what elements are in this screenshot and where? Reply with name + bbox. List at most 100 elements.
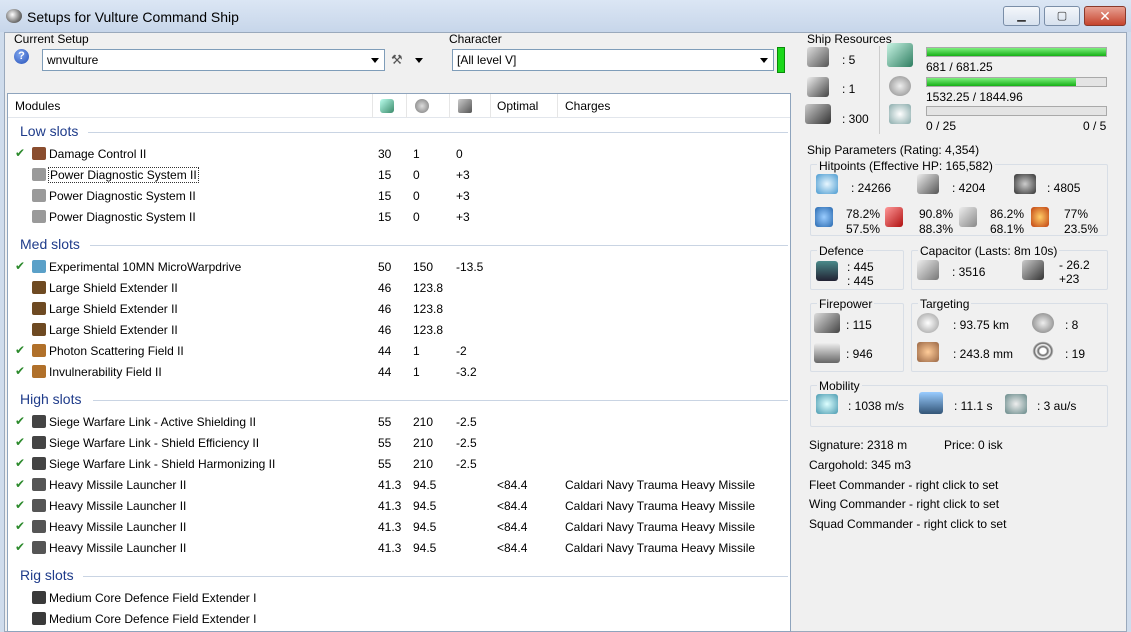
- module-cpu: 41.3: [378, 520, 402, 534]
- module-active-check-icon: ✔: [15, 435, 26, 449]
- title-bar: Setups for Vulture Command Ship ▁ ▢ ✕: [0, 0, 1131, 32]
- warp-speed: : 3 au/s: [1037, 399, 1077, 413]
- minimize-button[interactable]: ▁: [1003, 6, 1040, 26]
- module-optimal: <84.4: [497, 520, 528, 534]
- module-row[interactable]: Power Diagnostic System II 15 0 +3: [8, 207, 790, 228]
- scan-resolution-icon: [917, 342, 939, 362]
- module-row[interactable]: Power Diagnostic System II 15 0 +3: [8, 165, 790, 186]
- module-powergrid: 123.8: [413, 281, 444, 295]
- calibration-icon: [805, 104, 831, 124]
- section-med-slots: Med slots: [20, 236, 80, 252]
- module-row[interactable]: ✔ Siege Warfare Link - Shield Efficiency …: [8, 433, 790, 454]
- module-powergrid: 210: [413, 415, 434, 429]
- scan-resolution: : 243.8 mm: [953, 347, 1014, 361]
- kinetic-resist-icon: [959, 207, 977, 227]
- module-cpu: 15: [378, 189, 392, 203]
- module-row[interactable]: ✔ Heavy Missile Launcher II 41.3 94.5 <84.4 C…: [8, 496, 790, 517]
- module-powergrid: 0: [413, 210, 420, 224]
- firepower-b: : 946: [846, 347, 873, 361]
- explosive-shield: 77%: [1064, 207, 1089, 221]
- maximize-button[interactable]: ▢: [1044, 6, 1080, 26]
- module-row[interactable]: Medium Core Defence Field Extender I: [8, 588, 790, 609]
- module-powergrid: 94.5: [413, 499, 437, 513]
- module-name: Experimental 10MN MicroWarpdrive: [49, 260, 242, 274]
- module-optimal: <84.4: [497, 541, 528, 555]
- module-row[interactable]: Large Shield Extender II 46 123.8: [8, 299, 790, 320]
- stats-panel: Ship Resources : 5 : 1 : 300 681 / 681.2…: [799, 32, 1127, 632]
- powergrid-icon[interactable]: [415, 99, 429, 113]
- firepower-a: : 115: [846, 318, 872, 332]
- ship-resources-title: Ship Resources: [807, 32, 892, 46]
- targeting-title: Targeting: [918, 297, 972, 311]
- character-select[interactable]: [All level V]: [452, 49, 774, 71]
- col-optimal[interactable]: Optimal: [497, 99, 538, 113]
- character-status-indicator: [777, 47, 785, 73]
- module-capacitor: -3.2: [456, 365, 477, 379]
- module-cpu: 55: [378, 457, 392, 471]
- module-active-check-icon: ✔: [15, 259, 26, 273]
- module-row[interactable]: Medium Core Defence Field Extender I: [8, 609, 790, 630]
- module-name: Heavy Missile Launcher II: [49, 541, 187, 555]
- module-row[interactable]: ✔ Invulnerability Field II 44 1 -3.2: [8, 362, 790, 383]
- module-row[interactable]: ✔ Heavy Missile Launcher II 41.3 94.5 <84.4 C…: [8, 538, 790, 559]
- module-name: Medium Core Defence Field Extender I: [49, 612, 257, 626]
- module-icon: [32, 541, 46, 554]
- module-row[interactable]: Large Shield Extender II 46 123.8: [8, 320, 790, 341]
- modules-panel[interactable]: Modules Optimal Charges Low slots Med sl…: [7, 93, 791, 632]
- ship-price: Price: 0 isk: [944, 438, 1003, 452]
- module-capacitor: -13.5: [456, 260, 484, 274]
- setup-select[interactable]: wnvulture: [42, 49, 385, 71]
- module-row[interactable]: ✔ Siege Warfare Link - Shield Harmonizing…: [8, 454, 790, 475]
- module-row[interactable]: ✔ Heavy Missile Launcher II 41.3 94.5 <84.4 C…: [8, 517, 790, 538]
- module-row[interactable]: ✔ Siege Warfare Link - Active Shielding I…: [8, 412, 790, 433]
- module-row[interactable]: ✔ Photon Scattering Field II 44 1 -2: [8, 341, 790, 362]
- module-icon: [32, 520, 46, 533]
- module-cpu: 50: [378, 260, 392, 274]
- module-icon: [32, 478, 46, 491]
- col-modules[interactable]: Modules: [15, 99, 60, 113]
- module-cpu: 44: [378, 344, 392, 358]
- defence-icon: [816, 261, 838, 281]
- turret-damage-icon: [814, 313, 840, 333]
- module-capacitor: +3: [456, 210, 470, 224]
- cpu-bar: [926, 47, 1107, 57]
- module-charge: Caldari Navy Trauma Heavy Missile: [565, 541, 756, 555]
- module-name: Siege Warfare Link - Shield Harmonizing …: [49, 457, 276, 471]
- module-row[interactable]: Power Diagnostic System II 15 0 +3: [8, 186, 790, 207]
- module-name: Large Shield Extender II: [49, 323, 178, 337]
- shield-hp: : 24266: [851, 181, 892, 195]
- wing-commander[interactable]: Wing Commander - right click to set: [809, 497, 999, 511]
- power-bar: [926, 77, 1107, 87]
- module-icon: [32, 499, 46, 512]
- align-time: : 11.1 s: [954, 399, 993, 413]
- fleet-commander[interactable]: Fleet Commander - right click to set: [809, 478, 998, 492]
- module-icon: [32, 323, 46, 336]
- module-powergrid: 1: [413, 365, 420, 379]
- window-title: Setups for Vulture Command Ship: [27, 9, 239, 25]
- cargohold: Cargohold: 345 m3: [809, 458, 912, 472]
- close-button[interactable]: ✕: [1084, 6, 1126, 26]
- module-row[interactable]: ✔ Damage Control II 30 1 0: [8, 144, 790, 165]
- velocity-icon: [816, 394, 838, 414]
- module-row[interactable]: ✔ Heavy Missile Launcher II 41.3 94.5 <84.4 C…: [8, 475, 790, 496]
- module-row[interactable]: Large Shield Extender II 46 123.8: [8, 278, 790, 299]
- module-capacitor: -2.5: [456, 436, 477, 450]
- module-active-check-icon: ✔: [15, 456, 26, 470]
- module-active-check-icon: ✔: [15, 364, 26, 378]
- module-icon: [32, 147, 46, 160]
- squad-commander[interactable]: Squad Commander - right click to set: [809, 517, 1006, 531]
- module-charge: Caldari Navy Trauma Heavy Missile: [565, 478, 756, 492]
- col-charges[interactable]: Charges: [565, 99, 610, 113]
- thermal-shield: 90.8%: [919, 207, 954, 221]
- wrench-icon[interactable]: ⚒: [391, 52, 407, 67]
- thermal-armor: 88.3%: [919, 222, 954, 236]
- tool-dropdown-icon[interactable]: [415, 58, 423, 63]
- cpu-icon: [887, 43, 913, 67]
- module-row[interactable]: ✔ Experimental 10MN MicroWarpdrive 50 150 -1…: [8, 257, 790, 278]
- capacitor-icon[interactable]: [458, 99, 472, 113]
- help-icon[interactable]: ?: [14, 49, 29, 64]
- cpu-icon[interactable]: [380, 99, 394, 113]
- align-time-icon: [919, 392, 943, 414]
- em-armor: 57.5%: [846, 222, 881, 236]
- module-capacitor: -2.5: [456, 415, 477, 429]
